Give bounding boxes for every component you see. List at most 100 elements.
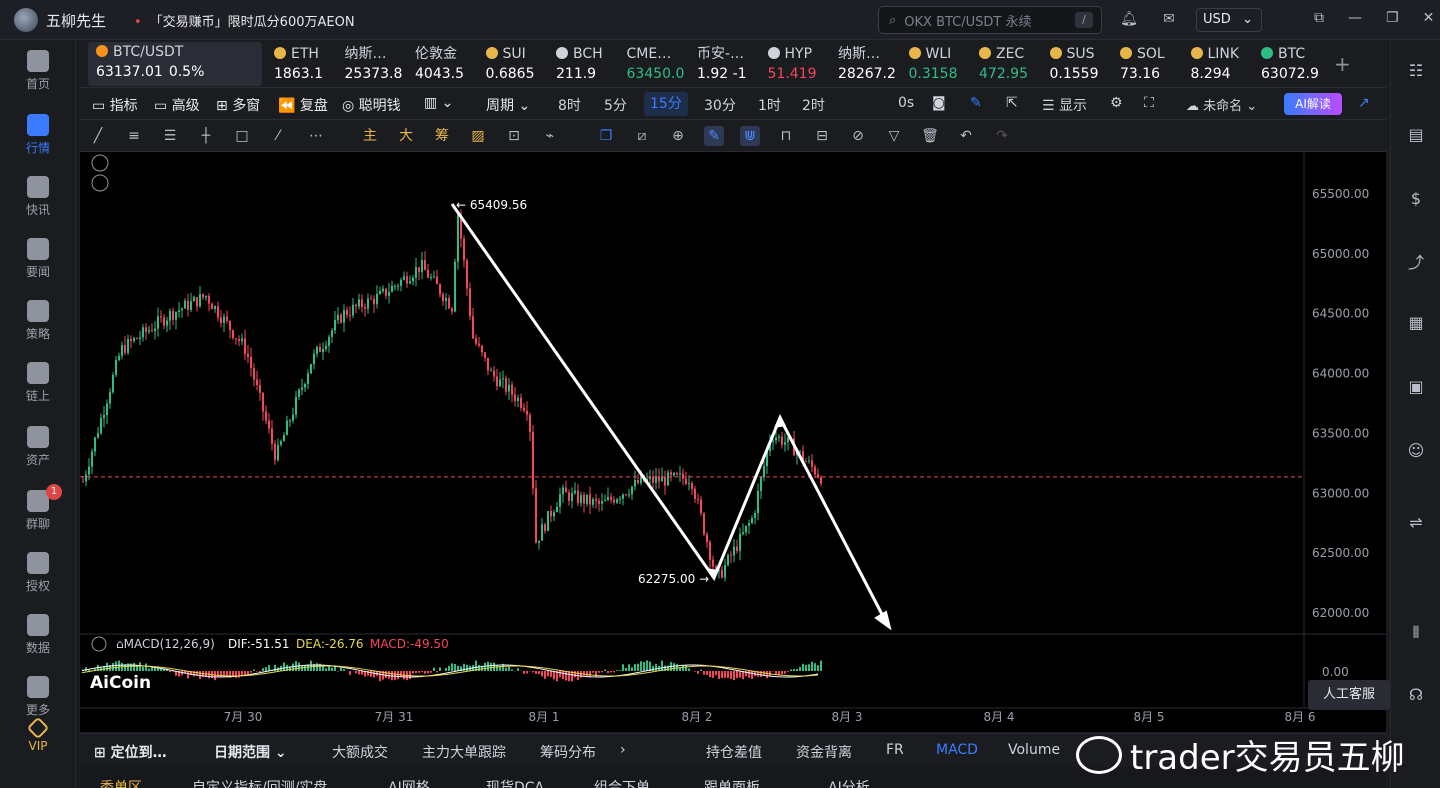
ticker-6[interactable]: CME… 63450.0 <box>627 44 697 86</box>
candlestick-chart[interactable]: 65500.00 65000.00 64500.00 64000.00 63500.00… <box>80 152 1386 732</box>
undo-icon[interactable]: ↶ <box>956 126 976 146</box>
exchange-icon[interactable]: ⇌ <box>1405 512 1427 534</box>
period-2h[interactable]: 2时 <box>802 95 825 115</box>
ticker-4[interactable]: SUI 0.6865 <box>485 44 556 86</box>
pattern-icon[interactable]: ⋓ <box>740 126 760 146</box>
period-1h[interactable]: 1时 <box>758 95 781 115</box>
search-input[interactable]: ⌕ OKX BTC/USDT 永续 / <box>878 6 1102 34</box>
bell-icon[interactable]: 🔔︎ <box>1120 10 1138 28</box>
sidebar-item-vip[interactable]: VIP <box>0 716 76 753</box>
ticker-5[interactable]: BCH 211.9 <box>556 44 626 86</box>
layout-select[interactable]: ☁ 未命名 ⌄ <box>1186 95 1257 114</box>
multi-window-button[interactable]: ⊞ 多窗 <box>216 95 260 115</box>
period-select[interactable]: 周期 ⌄ <box>486 95 530 115</box>
compare-icon[interactable]: ⫴ <box>1405 622 1427 644</box>
ticker-14[interactable]: LINK 8.294 <box>1190 44 1261 86</box>
sidebar-item-onchain[interactable]: 链上 <box>0 362 76 404</box>
period-8h[interactable]: 8时 <box>558 95 581 115</box>
export-icon[interactable]: ⇱ <box>1006 95 1018 111</box>
ticker-7[interactable]: 币安-… 1.92 -1 <box>697 44 767 86</box>
gold-tool-icon[interactable]: ▨ <box>468 126 488 146</box>
indicators-button[interactable]: ▭ 指标 <box>92 95 138 115</box>
more-tools-icon[interactable]: ⋯ <box>306 126 326 146</box>
chart-type-button[interactable]: ▥ ⌄ <box>424 95 453 111</box>
mail-icon[interactable]: ✉︎ <box>1160 10 1178 28</box>
sidebar-item-market[interactable]: 行情 <box>0 114 76 156</box>
ticker-1[interactable]: ETH 1863.1 <box>274 44 344 86</box>
tab-volume[interactable]: Volume <box>1008 742 1060 758</box>
tab-main-orders[interactable]: 主力大单跟踪 <box>422 742 506 762</box>
horizontal-lines-icon[interactable]: ☰ <box>160 126 180 146</box>
bottom-tab-6[interactable]: AI分析 <box>828 777 870 788</box>
tab-position-diff[interactable]: 持仓差值 <box>706 742 762 762</box>
tab-large-trades[interactable]: 大额成交 <box>332 742 388 762</box>
display-button[interactable]: ☰ 显示 <box>1042 95 1087 115</box>
bottom-tab-5[interactable]: 跟单面板 <box>704 777 760 788</box>
sidebar-item-headlines[interactable]: 要闻 <box>0 238 76 280</box>
redo-icon[interactable]: ↷ <box>992 126 1012 146</box>
replay-button[interactable]: ⏪ 复盘 <box>278 95 328 115</box>
ticker-0[interactable]: BTC/USDT 63137.01 0.5% <box>88 42 262 86</box>
tab-chips[interactable]: 筹码分布 <box>540 742 596 762</box>
dollar-icon[interactable]: $ <box>1405 188 1427 210</box>
settings-icon[interactable]: ⚙ <box>1110 95 1123 111</box>
ticker-2[interactable]: 纳斯… 25373.8 <box>345 44 415 86</box>
template-icon[interactable]: ⊟ <box>812 126 832 146</box>
bottom-tab-4[interactable]: 组合下单 <box>594 777 650 788</box>
main-label[interactable]: 主 <box>360 126 380 146</box>
magnet-icon[interactable]: ⌁ <box>540 126 560 146</box>
trash-icon[interactable]: 🗑︎ <box>920 126 940 146</box>
headset-icon[interactable]: ☊ <box>1405 684 1427 706</box>
bottom-tab-1[interactable]: 自定义指标/回测/实盘 <box>192 777 327 788</box>
close-icon[interactable]: ✕ <box>1423 10 1435 26</box>
sidebar-item-chat[interactable]: 群聊 1 <box>0 484 76 532</box>
fullscreen-icon[interactable]: ⛶ <box>1144 95 1154 111</box>
share-icon[interactable]: ↗ <box>1358 95 1370 111</box>
popout-icon[interactable]: ⧉ <box>1314 10 1324 26</box>
bottom-tab-3[interactable]: 现货DCA <box>486 777 544 788</box>
period-30m[interactable]: 30分 <box>704 95 736 115</box>
add-ticker-icon[interactable]: + <box>1334 52 1351 76</box>
sidebar-item-news[interactable]: 快讯 <box>0 176 76 218</box>
sidebar-item-assets[interactable]: 资产 <box>0 426 76 468</box>
bottom-tab-0[interactable]: 委单区 <box>100 777 142 788</box>
ticker-13[interactable]: SOL 73.16 <box>1120 44 1190 86</box>
advanced-button[interactable]: ▭ 高级 <box>154 95 200 115</box>
line-tool-icon[interactable]: ╱ <box>88 126 108 146</box>
rectangle-tool-icon[interactable]: □ <box>232 126 252 146</box>
tab-fr[interactable]: FR <box>886 742 904 758</box>
robot-icon[interactable]: ☺ <box>1405 440 1427 462</box>
ticker-8[interactable]: HYP 51.419 <box>767 44 838 86</box>
pencil-icon[interactable]: ✎ <box>970 95 982 111</box>
document-icon[interactable]: ▤ <box>1405 124 1427 146</box>
period-15m[interactable]: 15分 <box>644 92 688 116</box>
etf-icon[interactable]: ▣ <box>1405 376 1427 398</box>
big-label[interactable]: 大 <box>396 126 416 146</box>
parallel-tool-icon[interactable]: ≡ <box>124 126 144 146</box>
currency-select[interactable]: USD ⌄ <box>1196 8 1262 32</box>
ticker-12[interactable]: SUS 0.1559 <box>1049 44 1120 86</box>
promo-banner[interactable]: • 「交易赚币」限时瓜分600万AEON <box>134 11 355 30</box>
camera-icon[interactable]: ◙ <box>932 95 946 111</box>
app-brand[interactable]: 五柳先生 <box>14 8 106 32</box>
chip-label[interactable]: 筹 <box>432 126 452 146</box>
ticker-11[interactable]: ZEC 472.95 <box>979 44 1049 86</box>
period-5m[interactable]: 5分 <box>604 95 627 115</box>
trend-icon[interactable]: ⤴ <box>1405 252 1427 274</box>
chevron-right-icon[interactable]: › <box>620 742 626 758</box>
zoom-icon[interactable]: ⊕ <box>668 126 688 146</box>
chart-canvas[interactable]: 65500.00 65000.00 64500.00 64000.00 63500.00… <box>80 152 1386 732</box>
sidebar-item-home[interactable]: 首页 <box>0 50 76 92</box>
date-range-button[interactable]: 日期范围 ⌄ <box>214 742 287 762</box>
ai-interpret-button[interactable]: AI解读 <box>1284 93 1342 115</box>
sidebar-item-more[interactable]: 更多 <box>0 676 76 718</box>
sidebar-item-strategy[interactable]: 策略 <box>0 300 76 342</box>
link-icon[interactable]: ⊘ <box>848 126 868 146</box>
maximize-icon[interactable]: ❐ <box>1386 10 1399 26</box>
sidebar-item-data[interactable]: 数据 <box>0 614 76 656</box>
ticker-10[interactable]: WLI 0.3158 <box>908 44 979 86</box>
ticker-3[interactable]: 伦敦金 4043.5 <box>415 44 485 86</box>
bottom-tab-2[interactable]: AI网格 <box>388 777 430 788</box>
hline-tool-icon[interactable]: ┼ <box>196 126 216 146</box>
draw-mode-icon[interactable]: ✎ <box>704 126 724 146</box>
